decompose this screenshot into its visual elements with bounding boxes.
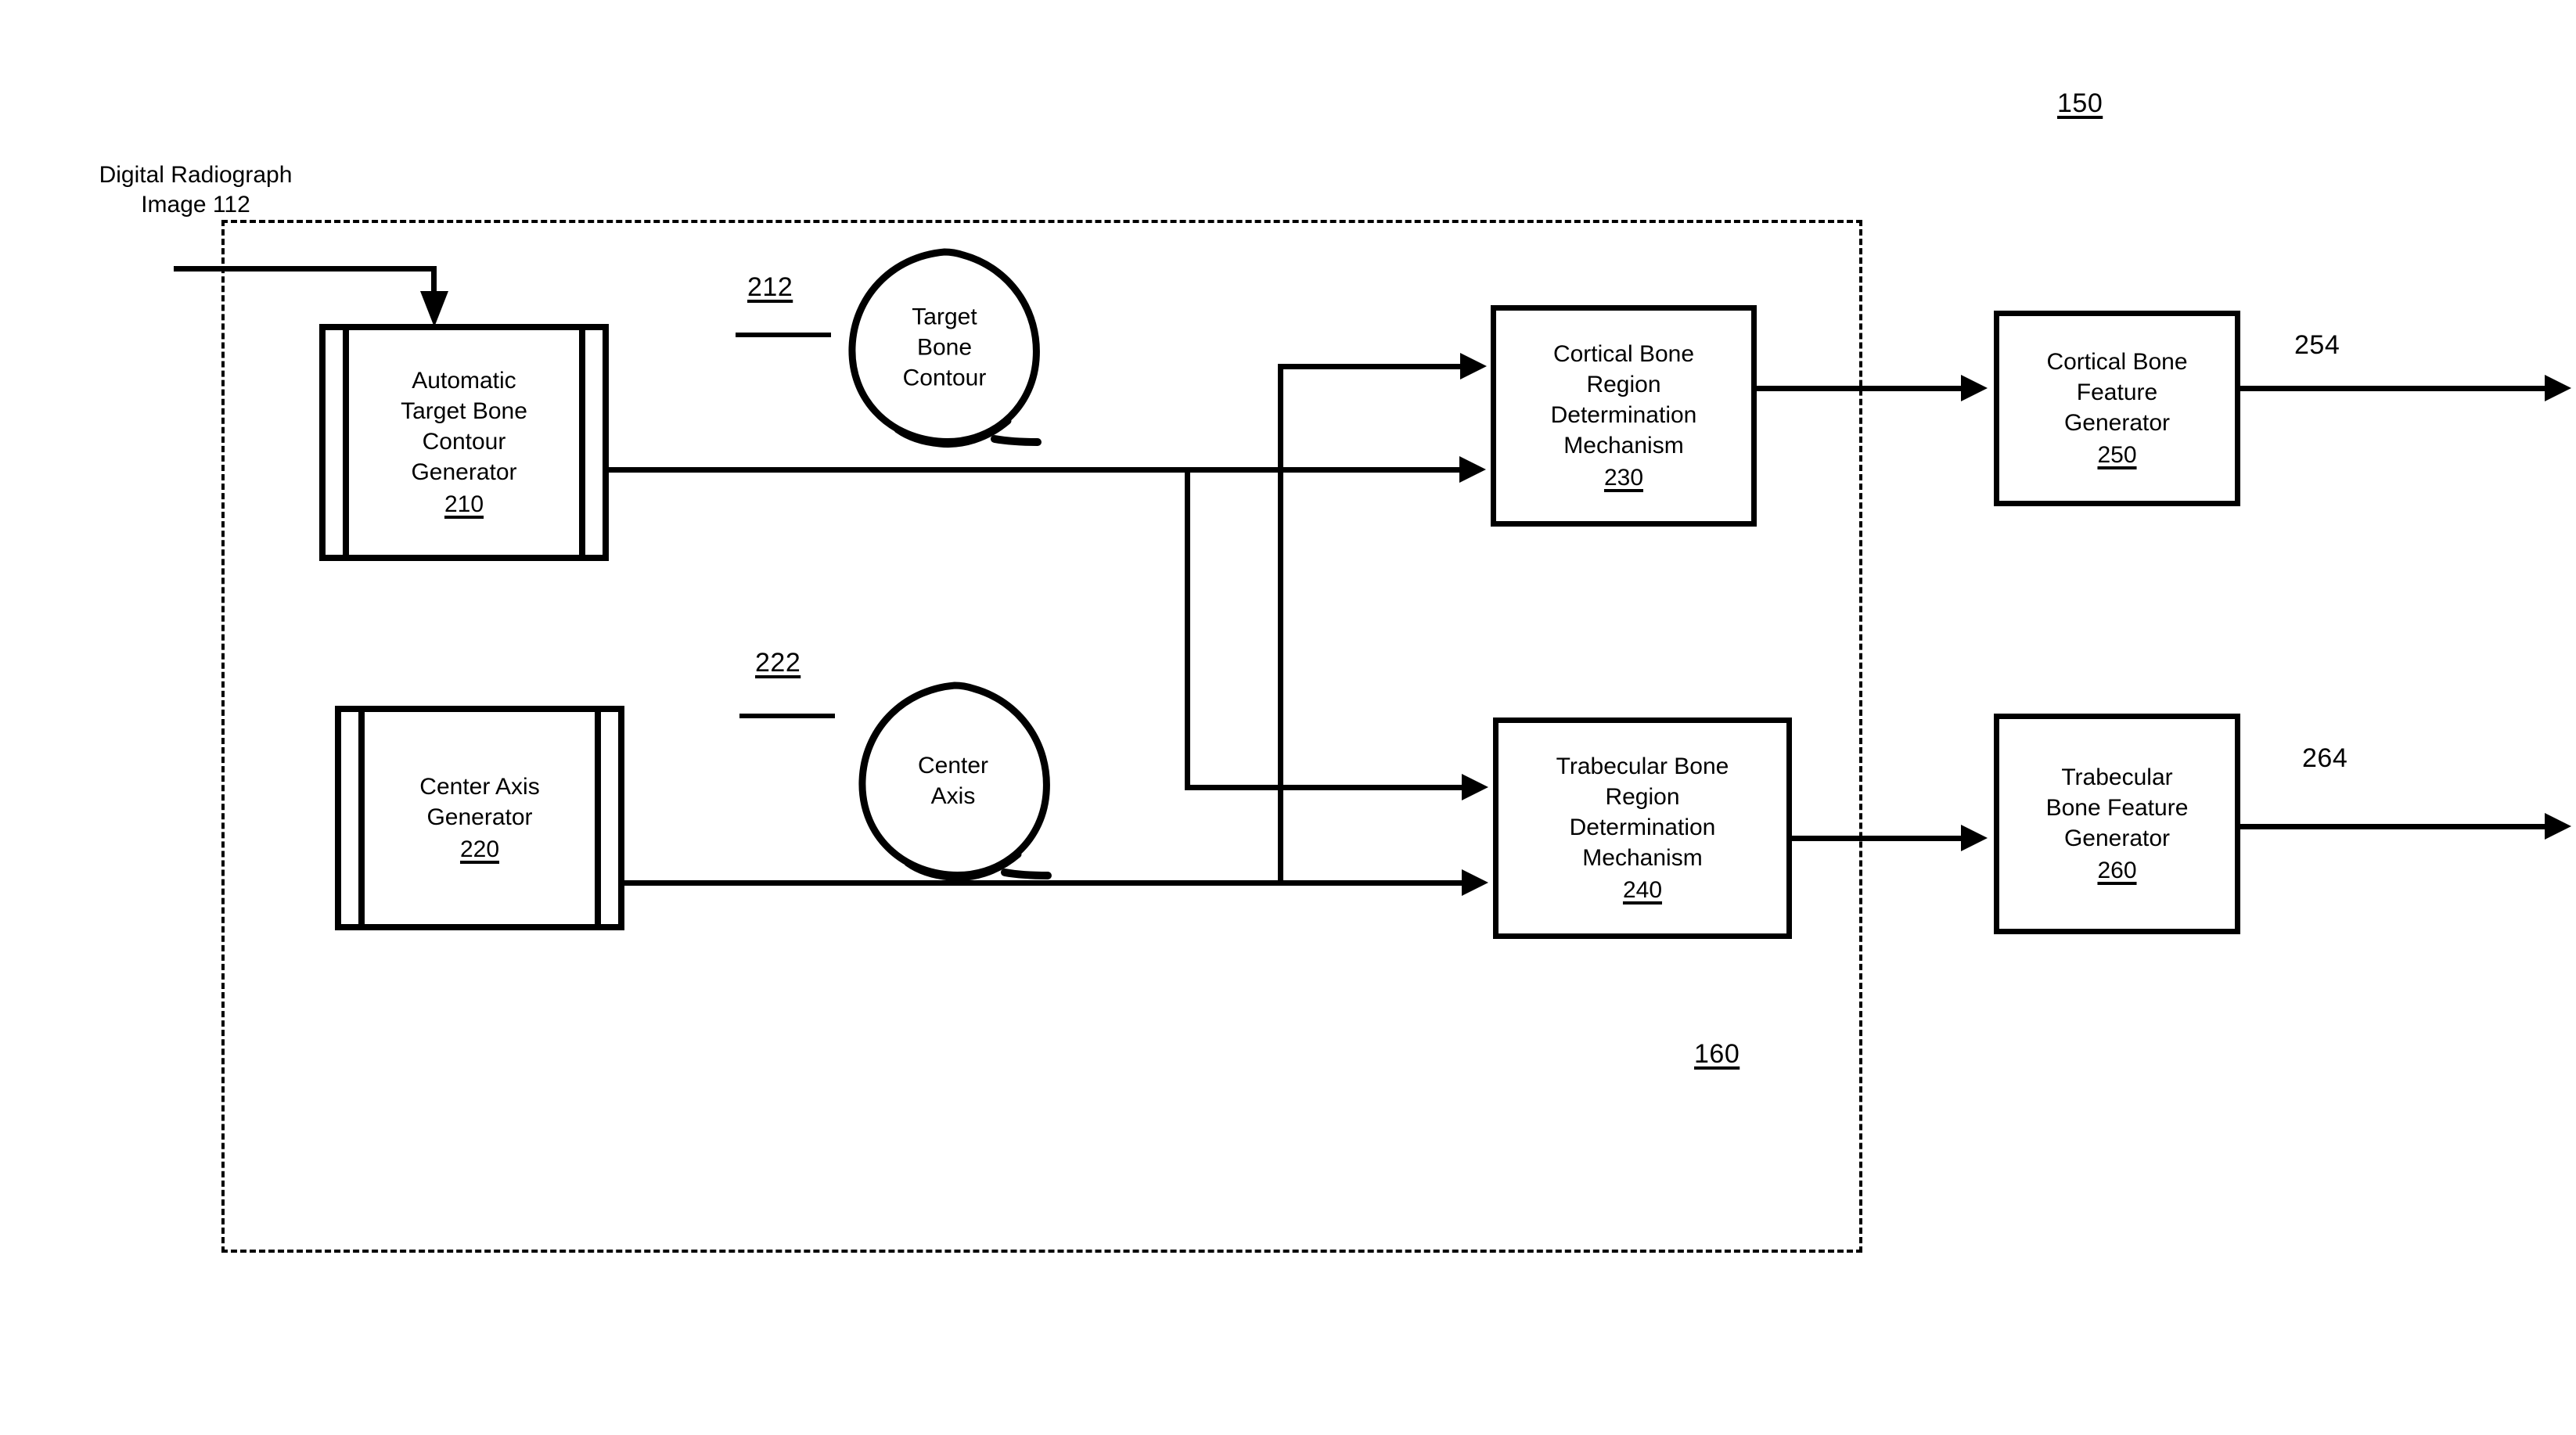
module-ref-210: 210: [444, 491, 484, 517]
box-ref-250: 250: [2097, 442, 2137, 468]
arrowhead-output-264: [2545, 813, 2571, 840]
module-label-block: Center Axis Generator 220: [419, 741, 539, 895]
connector-260-output-264: [2238, 824, 2554, 829]
arrowhead-into-240-lower-input: [1462, 869, 1488, 896]
arrowhead-into-240-upper-input: [1462, 774, 1488, 800]
figure-ref-160: 160: [1694, 1039, 1740, 1069]
box-cortical-bone-feature-generator[interactable]: Cortical Bone Feature Generator 250: [1994, 311, 2240, 506]
bubble-center-axis-label: Center Axis: [917, 753, 989, 809]
arrowhead-into-250: [1961, 375, 1988, 401]
module-inner-face: Center Axis Generator 220: [368, 712, 592, 924]
connector-220-to-230-horizontal: [1278, 364, 1466, 369]
arrowhead-into-230-upper-input: [1460, 353, 1487, 379]
box-label-block: Cortical Bone Region Determination Mecha…: [1551, 308, 1697, 523]
input-label-digital-radiograph-image: Digital Radiograph Image 112: [99, 162, 293, 218]
box-trabecular-bone-feature-generator[interactable]: Trabecular Bone Feature Generator 260: [1994, 714, 2240, 934]
connector-230-to-250: [1755, 386, 1965, 391]
arrowhead-into-230-lower-input: [1459, 456, 1486, 483]
connector-210-output-horizontal: [606, 467, 1283, 473]
patent-figure-canvas: 150 160 Digital Radiograph Image 112 Aut…: [0, 0, 2576, 1435]
output-ref-264: 264: [2302, 743, 2348, 773]
connector-210-vertical-down-to-trabecular: [1185, 467, 1190, 790]
box-label-block: Trabecular Bone Region Determination Mec…: [1556, 721, 1729, 936]
box-label-text: Trabecular Bone Feature Generator: [2045, 764, 2189, 851]
box-label-block: Trabecular Bone Feature Generator 260: [2046, 732, 2189, 916]
module-right-band-decoration: [579, 329, 585, 556]
connector-250-output-254: [2238, 386, 2554, 391]
connector-240-to-260: [1790, 836, 1966, 841]
bubble-target-bone-contour-label: Target Bone Contour: [902, 304, 987, 391]
module-left-band-decoration: [358, 710, 365, 926]
input-arrow-horizontal-segment: [174, 266, 437, 272]
box-label-text: Cortical Bone Feature Generator: [2046, 349, 2188, 436]
box-label-text: Trabecular Bone Region Determination Mec…: [1556, 753, 1729, 871]
input-arrowhead-into-contour-generator: [420, 291, 448, 327]
module-inner-face: Automatic Target Bone Contour Generator 2…: [352, 330, 576, 555]
box-label-block: Cortical Bone Feature Generator 250: [2046, 316, 2187, 501]
box-ref-260: 260: [2097, 858, 2137, 883]
box-ref-230: 230: [1603, 465, 1644, 491]
box-trabecular-bone-region-determination-mechanism[interactable]: Trabecular Bone Region Determination Mec…: [1493, 718, 1792, 939]
module-ref-220: 220: [459, 836, 500, 862]
module-center-axis-generator[interactable]: Center Axis Generator 220: [335, 706, 624, 930]
bubble-ref-212: 212: [747, 272, 793, 302]
box-label-text: Cortical Bone Region Determination Mecha…: [1550, 341, 1697, 459]
connector-220-vertical-up-to-cortical: [1278, 366, 1283, 883]
box-cortical-bone-region-determination-mechanism[interactable]: Cortical Bone Region Determination Mecha…: [1491, 305, 1757, 527]
module-right-band-decoration: [595, 710, 601, 926]
module-label-text: Automatic Target Bone Contour Generator: [401, 368, 527, 485]
arrowhead-output-254: [2545, 375, 2571, 401]
output-ref-254: 254: [2294, 330, 2340, 360]
connector-220-output-horizontal: [622, 880, 1467, 886]
bubble-target-bone-contour: Target Bone Contour: [847, 248, 1042, 448]
bubble-ref-222-leader-line: [739, 714, 835, 718]
module-left-band-decoration: [343, 329, 349, 556]
bubble-ref-212-leader-line: [736, 333, 831, 337]
figure-ref-150: 150: [2057, 88, 2103, 118]
module-automatic-target-bone-contour-generator[interactable]: Automatic Target Bone Contour Generator 2…: [319, 324, 609, 561]
connector-210-to-230-horizontal: [1281, 467, 1464, 473]
bubble-center-axis: Center Axis: [856, 682, 1052, 882]
connector-210-to-240-horizontal: [1185, 785, 1466, 790]
module-label-text: Center Axis Generator: [419, 774, 540, 830]
bubble-ref-222: 222: [755, 648, 801, 678]
box-ref-240: 240: [1622, 877, 1663, 903]
module-label-block: Automatic Target Bone Contour Generator 2…: [401, 335, 527, 550]
arrowhead-into-260: [1961, 825, 1988, 851]
